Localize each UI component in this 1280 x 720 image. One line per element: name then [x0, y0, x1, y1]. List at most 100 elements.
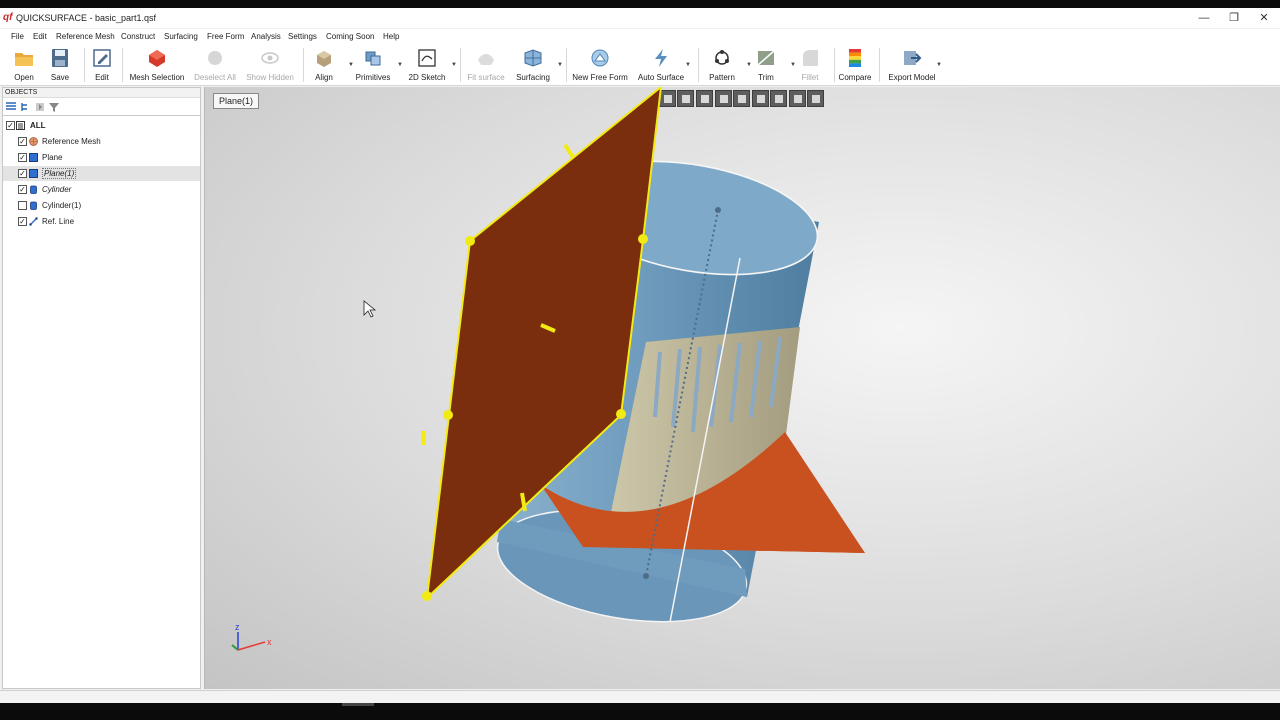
axis-z-label: z	[235, 622, 240, 632]
align-icon	[317, 51, 331, 67]
minimize-button[interactable]: —	[1192, 10, 1216, 26]
tree-view-icon[interactable]	[21, 102, 31, 112]
deselect-all-label: Deselect All	[194, 73, 236, 82]
align-label: Align	[315, 73, 333, 82]
primitives-label: Primitives	[355, 73, 391, 82]
reference-line-end	[643, 573, 649, 579]
objects-panel-header: OBJECTS	[3, 88, 200, 98]
align-button[interactable]: Align ▼	[296, 48, 354, 84]
auto-surface-icon	[655, 49, 667, 67]
surfacing-button[interactable]: Surfacing ▼	[505, 48, 563, 84]
2d-sketch-label: 2D Sketch	[408, 73, 446, 82]
plane-handle[interactable]	[638, 234, 648, 244]
plane-handle[interactable]	[616, 409, 626, 419]
list-view-icon[interactable]	[6, 102, 16, 112]
app-logo-icon: qf	[3, 12, 13, 23]
tree-item-reference-mesh[interactable]: ✓ Reference Mesh	[3, 134, 200, 149]
tree-item-plane[interactable]: ✓ Plane	[3, 150, 200, 165]
filter-icon[interactable]	[49, 102, 59, 112]
mesh-icon	[29, 137, 38, 146]
menu-analysis[interactable]: Analysis	[251, 32, 281, 41]
menu-reference-mesh[interactable]: Reference Mesh	[56, 32, 115, 41]
toolbar-separator	[122, 48, 123, 82]
menu-bar: File Edit Reference Mesh Construct Surfa…	[0, 29, 1280, 44]
objects-panel-toolbar	[3, 98, 200, 116]
checkbox-cylinder-1[interactable]	[18, 201, 27, 210]
show-hidden-label: Show Hidden	[246, 73, 294, 82]
export-icon	[904, 51, 922, 65]
tree-label-reference-mesh: Reference Mesh	[42, 137, 101, 146]
tree-item-plane-1[interactable]: ✓ Plane(1)	[3, 166, 200, 181]
pattern-icon	[715, 50, 729, 65]
window-title: QUICKSURFACE - basic_part1.qsf	[16, 13, 157, 23]
menu-help[interactable]: Help	[383, 32, 399, 41]
chevron-down-icon[interactable]: ▼	[557, 62, 563, 68]
new-free-form-button[interactable]: New Free Form	[572, 48, 628, 84]
show-hidden-button[interactable]: Show Hidden	[242, 48, 298, 84]
scene-canvas: z x	[231, 87, 865, 651]
checkbox-cylinder[interactable]: ✓	[18, 185, 27, 194]
application-window: qf QUICKSURFACE - basic_part1.qsf — ❐ ✕ …	[0, 0, 1280, 720]
mesh-selection-label: Mesh Selection	[129, 73, 185, 82]
2d-sketch-button[interactable]: 2D Sketch ▼	[399, 48, 457, 84]
toolbar-separator	[879, 48, 880, 82]
tree-label-cylinder: Cylinder	[42, 185, 72, 194]
compare-button[interactable]: Compare	[827, 48, 883, 84]
checkbox-reference-mesh[interactable]: ✓	[18, 137, 27, 146]
export-model-label: Export Model	[888, 73, 936, 82]
export-model-button[interactable]: Export Model ▼	[884, 48, 942, 84]
checkbox-plane-1[interactable]: ✓	[18, 169, 27, 178]
auto-surface-label: Auto Surface	[637, 73, 685, 82]
chevron-down-icon[interactable]: ▼	[451, 62, 457, 68]
mouse-cursor	[363, 300, 377, 318]
tree-label-ref-line: Ref. Line	[42, 217, 75, 226]
tree-label-plane: Plane	[42, 153, 63, 162]
tree-item-all[interactable]: ✓ ALL	[3, 118, 200, 133]
primitives-icon	[365, 51, 381, 66]
main-toolbar: Open Save Edit Mesh Selection Deselect A…	[0, 44, 1280, 86]
reference-line-start	[715, 207, 721, 213]
plane-handle[interactable]	[443, 410, 453, 420]
checkbox-plane[interactable]: ✓	[18, 153, 27, 162]
menu-settings[interactable]: Settings	[288, 32, 317, 41]
plane-handle[interactable]	[465, 236, 475, 246]
fit-surface-icon	[478, 54, 494, 65]
expand-icon[interactable]	[35, 102, 45, 112]
surfacing-icon	[524, 49, 542, 67]
sketch-icon	[418, 49, 436, 67]
plane-icon	[29, 169, 38, 178]
close-button[interactable]: ✕	[1252, 10, 1276, 26]
edit-icon	[93, 49, 111, 67]
tree-item-ref-line[interactable]: ✓ Ref. Line	[3, 214, 200, 229]
plane-handle[interactable]	[422, 591, 432, 601]
new-free-form-label: New Free Form	[572, 73, 628, 82]
compare-label: Compare	[838, 73, 872, 82]
deselect-all-button[interactable]: Deselect All	[187, 48, 243, 84]
menu-construct[interactable]: Construct	[121, 32, 155, 41]
plane-arrow-handle[interactable]	[421, 430, 426, 446]
tree-item-cylinder-1[interactable]: Cylinder(1)	[3, 198, 200, 213]
checkbox-ref-line[interactable]: ✓	[18, 217, 27, 226]
chevron-down-icon[interactable]: ▼	[685, 62, 691, 68]
chevron-down-icon[interactable]: ▼	[936, 62, 942, 68]
axis-x-label: x	[267, 637, 272, 647]
menu-surfacing[interactable]: Surfacing	[164, 32, 198, 41]
mesh-selection-button[interactable]: Mesh Selection	[129, 48, 185, 84]
3d-viewport[interactable]: Plane(1) z x	[204, 87, 1280, 689]
cylinder-icon	[30, 201, 37, 210]
auto-surface-button[interactable]: Auto Surface ▼	[633, 48, 691, 84]
tree-item-cylinder[interactable]: ✓ Cylinder	[3, 182, 200, 197]
menu-free-form[interactable]: Free Form	[207, 32, 244, 41]
menu-coming-soon[interactable]: Coming Soon	[326, 32, 374, 41]
objects-panel: OBJECTS ✓ ALL ✓ Reference Mesh ✓ Plane ✓…	[2, 87, 201, 689]
checkbox-all[interactable]: ✓	[6, 121, 15, 130]
primitives-button[interactable]: Primitives ▼	[345, 48, 403, 84]
toolbar-separator	[566, 48, 567, 82]
menu-edit[interactable]: Edit	[33, 32, 47, 41]
plane-arrow-handle[interactable]	[563, 143, 575, 159]
menu-file[interactable]: File	[11, 32, 24, 41]
screen-bottom-edge	[0, 703, 1280, 720]
restore-button[interactable]: ❐	[1222, 10, 1246, 26]
fillet-icon	[803, 50, 818, 66]
save-icon	[52, 49, 68, 67]
